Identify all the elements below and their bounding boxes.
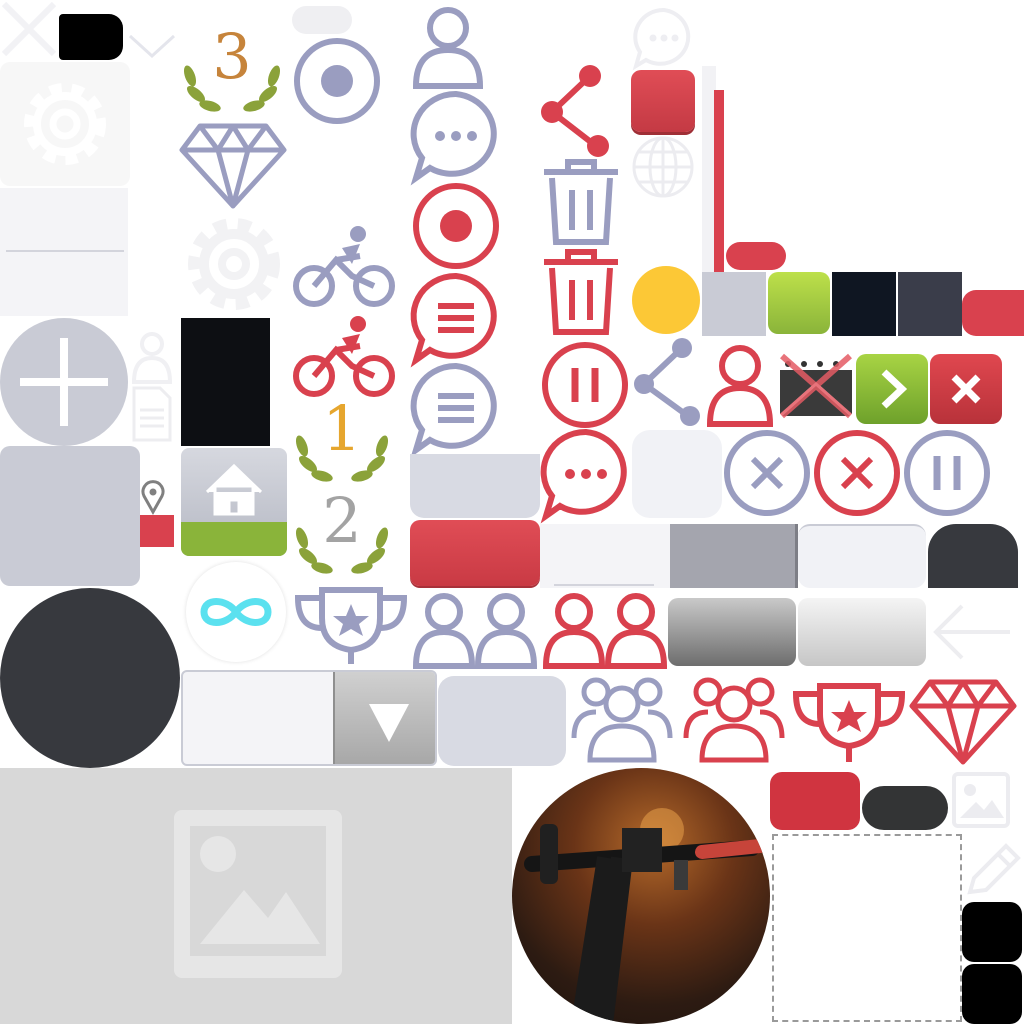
- light-square-button[interactable]: [632, 430, 722, 518]
- dashed-drop-zone[interactable]: [772, 834, 962, 1022]
- red-square-button[interactable]: [631, 70, 695, 132]
- back-arrow-icon[interactable]: [928, 598, 1014, 666]
- gear-icon: [24, 83, 106, 165]
- gray-swatch: [702, 272, 766, 336]
- trash-icon[interactable]: [540, 156, 622, 248]
- globe-icon: [630, 134, 696, 200]
- home-button[interactable]: [181, 448, 287, 556]
- dark-pill-button[interactable]: [862, 786, 948, 830]
- black-rounded-button-2[interactable]: [962, 964, 1022, 1024]
- add-button[interactable]: [0, 318, 128, 446]
- group-icon: [410, 588, 540, 669]
- close-button[interactable]: [930, 354, 1002, 424]
- chevron-down-icon: [128, 30, 176, 62]
- image-icon: [174, 810, 342, 978]
- share-icon[interactable]: [630, 336, 706, 428]
- toggle-pill: [292, 6, 352, 34]
- slate-swatch: [898, 272, 962, 336]
- trash-icon-active[interactable]: [540, 246, 622, 338]
- gear-icon: [180, 210, 288, 318]
- light-input-field[interactable]: [540, 524, 670, 588]
- pause-icon[interactable]: [902, 428, 992, 518]
- dark-circle: [0, 588, 180, 768]
- red-tag-button[interactable]: [770, 772, 860, 830]
- location-pin-icon: [140, 480, 166, 516]
- multi-user-icon: [566, 670, 678, 764]
- rank-second-number: 2: [322, 484, 362, 557]
- gray-segment[interactable]: [670, 524, 798, 588]
- dropdown-arrow-icon: [369, 704, 409, 742]
- trophy-icon: [292, 584, 410, 668]
- user-icon: [410, 4, 486, 90]
- pencil-icon[interactable]: [962, 842, 1022, 902]
- navy-swatch: [832, 272, 896, 336]
- rank-first-badge: 1: [292, 398, 392, 492]
- cancel-icon-active[interactable]: [812, 428, 902, 518]
- close-icon-faded: [0, 0, 58, 58]
- image-icon-small: [950, 770, 1012, 830]
- cancel-icon[interactable]: [722, 428, 812, 518]
- dark-tab-button[interactable]: [928, 524, 1018, 588]
- user-icon-active: [704, 342, 776, 428]
- gear-tile: [0, 62, 130, 186]
- input-field-underline: [0, 188, 128, 316]
- plus-icon: [20, 338, 108, 426]
- chevron-right-icon: [881, 369, 908, 409]
- close-icon: [951, 374, 981, 404]
- chat-bubble-icon: [410, 90, 502, 186]
- image-placeholder-large: [0, 768, 512, 1024]
- rank-first-number: 1: [322, 392, 362, 465]
- red-tab-button[interactable]: [962, 290, 1024, 336]
- gray-gradient-button[interactable]: [668, 598, 796, 666]
- infinity-icon: [200, 598, 272, 626]
- user-icon-faded: [130, 328, 174, 384]
- black-rounded-button[interactable]: [962, 902, 1022, 962]
- red-small-pill[interactable]: [726, 242, 786, 270]
- red-marker-square: [140, 515, 174, 547]
- group-icon-active: [540, 588, 670, 669]
- radio-selected-icon[interactable]: [292, 36, 382, 126]
- chat-bubble-icon-faded: [632, 6, 696, 71]
- light-tab-button[interactable]: [410, 454, 540, 518]
- black-pill-tab: [59, 14, 123, 60]
- light-segment[interactable]: [798, 524, 926, 588]
- scrollbar-thumb[interactable]: [714, 90, 724, 272]
- share-icon-active[interactable]: [538, 62, 614, 158]
- document-icon: [128, 384, 176, 444]
- light-pill-button[interactable]: [438, 676, 566, 766]
- yellow-dot: [632, 266, 700, 334]
- diamond-icon-active: [909, 678, 1017, 765]
- rank-second-badge: 2: [292, 490, 392, 584]
- multi-user-icon-active: [678, 670, 790, 764]
- diamond-icon: [179, 122, 287, 209]
- bicycle-handlebar-photo: [512, 768, 770, 1024]
- gray-card: [0, 446, 140, 586]
- red-button[interactable]: [410, 520, 540, 586]
- trophy-icon-active: [790, 680, 908, 766]
- light-gradient-button[interactable]: [798, 598, 926, 666]
- video-off-icon[interactable]: [776, 350, 856, 420]
- home-icon: [205, 463, 263, 516]
- cycling-icon: [292, 220, 396, 312]
- infinity-button[interactable]: [186, 562, 286, 662]
- green-swatch-button[interactable]: [768, 272, 830, 334]
- black-tile: [181, 318, 270, 446]
- chat-list-icon: [410, 362, 502, 458]
- chat-list-icon-active: [410, 272, 502, 368]
- pause-icon-active[interactable]: [540, 340, 630, 430]
- record-icon[interactable]: [410, 180, 502, 272]
- next-button[interactable]: [856, 354, 928, 424]
- rank-third-badge: 3: [180, 26, 284, 122]
- rank-third-number: 3: [212, 20, 252, 93]
- cycling-icon-active: [292, 310, 396, 402]
- chat-bubble-icon-active: [540, 428, 632, 524]
- select-dropdown[interactable]: [181, 670, 437, 766]
